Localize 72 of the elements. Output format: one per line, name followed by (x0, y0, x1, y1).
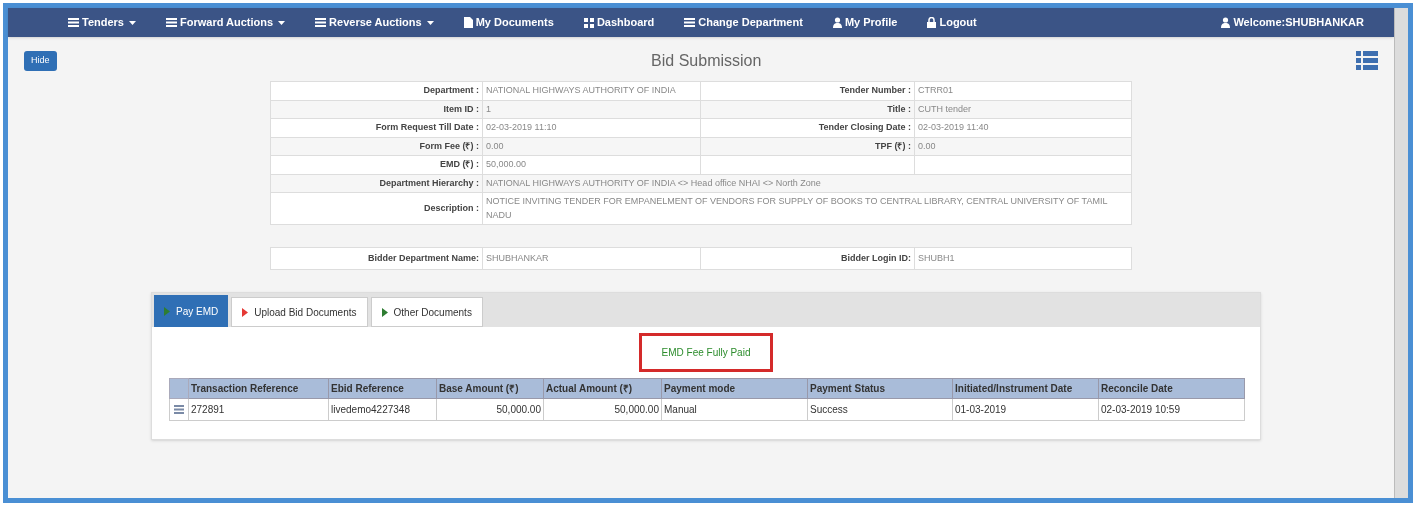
welcome-link[interactable]: Welcome:SHUBHANKAR (1221, 14, 1364, 31)
scrollbar[interactable] (1394, 8, 1408, 498)
field-value: 1 (486, 103, 491, 114)
field-label: Title : (887, 103, 911, 114)
column-header: Payment Status (807, 378, 953, 399)
file-icon (463, 17, 473, 28)
field-value: SHUBH1 (918, 252, 955, 263)
field-label: Description : (424, 202, 479, 213)
row-menu-icon[interactable] (174, 405, 184, 414)
column-header: Base Amount (₹) (436, 378, 544, 399)
tab[interactable]: Other Documents (370, 297, 483, 327)
tiles-icon (583, 17, 594, 28)
column-header: Initiated/Instrument Date (952, 378, 1099, 399)
field-value: 50,000.00 (486, 159, 527, 169)
field-value: 02-03-2019 11:10 (486, 122, 557, 132)
table-cell: 02-03-2019 10:59 (1098, 398, 1245, 421)
tab[interactable]: Upload Bid Documents (231, 297, 368, 327)
list-view-icon[interactable] (1356, 51, 1378, 71)
field-label: Department : (423, 85, 479, 95)
nav-link[interactable]: Dashboard (583, 14, 655, 31)
list-icon (166, 18, 177, 27)
field-label: Tender Closing Date : (818, 122, 911, 132)
list-icon (315, 18, 327, 27)
column-header: Ebid Reference (328, 378, 437, 399)
lock-icon (927, 17, 937, 28)
field-label: Form Fee (₹) : (419, 140, 479, 151)
caret-icon (426, 20, 434, 25)
table-cell: Manual (661, 398, 808, 421)
caret-icon (129, 20, 136, 25)
table-cell: 01-03-2019 (952, 398, 1099, 421)
table-cell: 50,000.00 (543, 398, 662, 421)
table-cell: livedemo4227348 (328, 398, 437, 421)
table-cell: 50,000.00 (436, 398, 544, 421)
field-value: CTRR01 (918, 85, 953, 95)
nav-link[interactable]: My Profile (832, 14, 898, 31)
user-icon (1221, 17, 1231, 28)
nav-link[interactable]: Reverse Auctions (315, 14, 434, 31)
column-header: Payment mode (661, 378, 808, 399)
nav-link[interactable]: Change Department (684, 14, 803, 31)
field-label: EMD (₹) : (440, 159, 479, 169)
column-header: Actual Amount (₹) (543, 378, 662, 399)
nav-link[interactable]: Forward Auctions (166, 14, 286, 31)
page-title: Bid Submission (651, 51, 762, 71)
field-label: Bidder Department Name: (367, 252, 479, 263)
table-cell: Success (807, 398, 953, 421)
status-message: EMD Fee Fully Paid (638, 333, 774, 372)
list-icon (684, 18, 696, 27)
table-cell: 272891 (188, 398, 329, 421)
list-icon (68, 18, 79, 27)
field-label: Tender Number : (839, 85, 911, 95)
field-value: NATIONAL HIGHWAYS AUTHORITY OF INDIA <> Head office NHAI <> North Zone (486, 177, 821, 188)
nav-link[interactable]: My Documents (463, 14, 554, 31)
field-value: NOTICE INVITING TENDER FOR EMPANELMENT OF VENDORS FOR SUPPLY OF BOOKS TO CENTRAL LIBRARY, CENTRAL UNIVERSITY OF TAMIL NADU (486, 196, 1108, 220)
field-label: TPF (₹) : (875, 140, 911, 151)
field-label: Item ID : (443, 103, 479, 114)
field-label: Department Hierarchy : (379, 177, 479, 188)
field-value: NATIONAL HIGHWAYS AUTHORITY OF INDIA (486, 85, 676, 95)
field-value: SHUBHANKAR (486, 252, 549, 263)
hide-button[interactable]: Hide (24, 51, 57, 71)
field-label: Form Request Till Date : (375, 122, 479, 132)
nav-link[interactable]: Logout (927, 14, 977, 31)
field-value: CUTH tender (918, 103, 971, 114)
user-icon (832, 17, 842, 28)
field-value: 0.00 (918, 140, 936, 151)
tab[interactable]: Pay EMD (154, 295, 229, 327)
caret-icon (278, 20, 286, 25)
nav-link[interactable]: Tenders (68, 14, 136, 31)
field-value: 02-03-2019 11:40 (918, 122, 989, 132)
column-header: Reconcile Date (1098, 378, 1245, 399)
column-header: Transaction Reference (188, 378, 329, 399)
field-label: Bidder Login ID: (841, 252, 911, 263)
field-value: 0.00 (486, 140, 504, 151)
